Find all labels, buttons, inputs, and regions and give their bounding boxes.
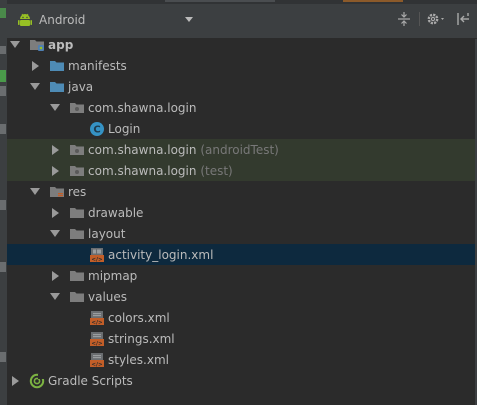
gutter-marker bbox=[0, 124, 6, 134]
tree-node-manifests[interactable]: manifests bbox=[7, 55, 477, 76]
gutter-marker bbox=[0, 8, 6, 18]
tree-node-strings[interactable]: </> strings.xml bbox=[7, 328, 477, 349]
gear-icon[interactable] bbox=[425, 11, 447, 27]
gutter-marker bbox=[0, 200, 6, 210]
xml-values-file-icon: </> bbox=[89, 331, 105, 347]
folder-icon bbox=[69, 268, 85, 284]
svg-text:</>: </> bbox=[91, 256, 103, 262]
class-icon: C bbox=[89, 121, 105, 137]
project-tree: app manifests java com.shawna.login C Lo… bbox=[7, 34, 477, 405]
chevron-down-icon[interactable] bbox=[50, 292, 60, 302]
chevron-down-icon[interactable] bbox=[10, 40, 20, 50]
folder-icon bbox=[69, 289, 85, 305]
chevron-right-icon[interactable] bbox=[50, 165, 60, 176]
tree-node-label: java bbox=[68, 79, 94, 94]
svg-text:</>: </> bbox=[91, 340, 103, 346]
tree-node-label: styles.xml bbox=[108, 352, 169, 367]
android-icon bbox=[17, 12, 33, 28]
hide-panel-icon[interactable] bbox=[455, 11, 471, 27]
tab-indicator-active bbox=[343, 0, 403, 2]
tab-indicator bbox=[165, 0, 275, 2]
tree-node-label: com.shawna.login bbox=[88, 163, 197, 178]
tree-node-suffix: (androidTest) bbox=[200, 142, 279, 157]
resource-folder-icon bbox=[49, 184, 65, 200]
tree-node-java[interactable]: java bbox=[7, 76, 477, 97]
gutter-marker bbox=[0, 262, 6, 272]
gutter-marker bbox=[0, 70, 6, 82]
xml-values-file-icon: </> bbox=[89, 310, 105, 326]
tree-node-values[interactable]: values bbox=[7, 286, 477, 307]
tree-node-label: com.shawna.login bbox=[88, 100, 197, 115]
tree-node-label: manifests bbox=[68, 58, 127, 73]
toolbar-separator bbox=[419, 12, 420, 26]
gutter-marker bbox=[0, 46, 6, 54]
tree-node-res[interactable]: res bbox=[7, 181, 477, 202]
tree-node-app[interactable]: app bbox=[7, 34, 477, 55]
folder-icon bbox=[49, 58, 65, 74]
svg-text:C: C bbox=[93, 124, 100, 135]
tree-node-activity-login[interactable]: </> activity_login.xml bbox=[7, 244, 477, 265]
package-icon bbox=[69, 100, 85, 116]
tree-node-label-group: com.shawna.login (test) bbox=[88, 164, 233, 178]
tree-node-layout[interactable]: layout bbox=[7, 223, 477, 244]
chevron-down-icon[interactable] bbox=[30, 187, 40, 197]
chevron-right-icon[interactable] bbox=[10, 375, 20, 386]
chevron-right-icon[interactable] bbox=[50, 144, 60, 155]
tree-node-drawable[interactable]: drawable bbox=[7, 202, 477, 223]
chevron-right-icon[interactable] bbox=[30, 60, 40, 71]
tree-node-styles[interactable]: </> styles.xml bbox=[7, 349, 477, 370]
tab-strip bbox=[7, 0, 477, 4]
xml-values-file-icon: </> bbox=[89, 352, 105, 368]
gradle-icon bbox=[29, 373, 45, 389]
project-view-label: Android bbox=[39, 13, 86, 27]
chevron-down-icon[interactable] bbox=[30, 82, 40, 92]
tree-node-label: layout bbox=[88, 226, 126, 241]
chevron-right-icon[interactable] bbox=[50, 270, 60, 281]
gutter-marker bbox=[0, 86, 6, 96]
folder-icon bbox=[69, 226, 85, 242]
gutter-marker bbox=[0, 352, 6, 362]
chevron-down-icon[interactable] bbox=[50, 103, 60, 113]
tree-node-label: strings.xml bbox=[108, 331, 175, 346]
tree-node-mipmap[interactable]: mipmap bbox=[7, 265, 477, 286]
collapse-all-icon[interactable] bbox=[396, 11, 412, 27]
tree-node-package-test[interactable]: com.shawna.login (test) bbox=[7, 160, 477, 181]
tree-node-label: colors.xml bbox=[108, 310, 170, 325]
tree-node-label: mipmap bbox=[88, 268, 138, 283]
tree-node-label: com.shawna.login bbox=[88, 142, 197, 157]
tree-node-label: activity_login.xml bbox=[108, 247, 214, 262]
tree-node-login-class[interactable]: C Login bbox=[7, 118, 477, 139]
svg-text:</>: </> bbox=[91, 361, 103, 367]
module-folder-icon bbox=[29, 37, 45, 53]
chevron-right-icon[interactable] bbox=[50, 207, 60, 218]
tree-node-package-android-test[interactable]: com.shawna.login (androidTest) bbox=[7, 139, 477, 160]
tree-node-suffix: (test) bbox=[200, 163, 233, 178]
folder-icon bbox=[69, 205, 85, 221]
tree-node-label: Login bbox=[108, 121, 141, 136]
tree-node-gradle-scripts[interactable]: Gradle Scripts bbox=[7, 370, 477, 391]
svg-text:</>: </> bbox=[91, 319, 103, 325]
tree-node-package-main[interactable]: com.shawna.login bbox=[7, 97, 477, 118]
tree-node-label: app bbox=[48, 37, 74, 52]
project-view-selector[interactable]: Android bbox=[17, 10, 85, 30]
chevron-down-icon[interactable] bbox=[50, 229, 60, 239]
xml-layout-file-icon: </> bbox=[89, 247, 105, 263]
tree-node-label: drawable bbox=[88, 205, 144, 220]
dropdown-arrow-icon[interactable] bbox=[185, 17, 193, 22]
tree-node-label-group: com.shawna.login (androidTest) bbox=[88, 143, 279, 157]
tree-node-label: res bbox=[68, 184, 87, 199]
folder-icon bbox=[49, 79, 65, 95]
tree-node-colors[interactable]: </> colors.xml bbox=[7, 307, 477, 328]
tree-node-label: Gradle Scripts bbox=[48, 373, 133, 388]
tree-node-label: values bbox=[88, 289, 128, 304]
package-icon bbox=[69, 142, 85, 158]
package-icon bbox=[69, 163, 85, 179]
